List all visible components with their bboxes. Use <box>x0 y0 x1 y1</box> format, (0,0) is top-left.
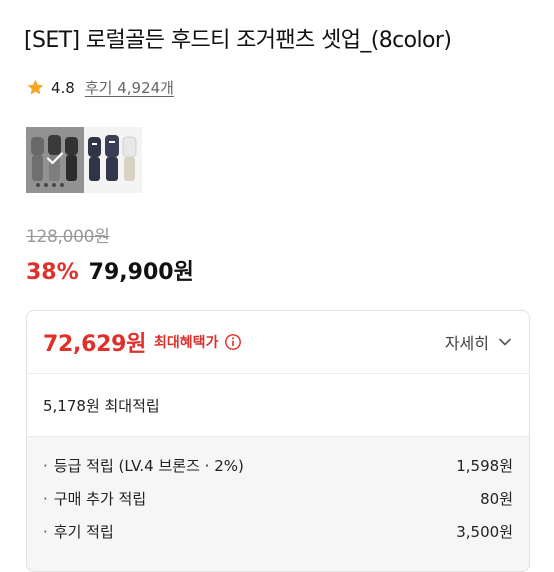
detail-toggle-button[interactable]: 자세히 <box>445 330 513 354</box>
point-value: 80원 <box>480 490 513 508</box>
points-total: 5,178원 최대적립 <box>27 374 529 437</box>
chevron-down-icon <box>499 338 511 346</box>
points-breakdown: · 등급 적립 (LV.4 브론즈 · 2%) 1,598원 · 구매 추가 적립 … <box>27 437 529 571</box>
product-title: [SET] 로럴골든 후드티 조거팬츠 셋업_(8color) <box>24 28 452 53</box>
discount-rate: 38% <box>26 260 79 285</box>
rating-score: 4.8 <box>51 78 75 97</box>
bullet: · <box>43 490 48 508</box>
point-row: · 후기 적립 3,500원 <box>43 515 513 548</box>
point-label: 등급 적립 (LV.4 브론즈 · 2%) <box>53 457 244 475</box>
review-count-link[interactable]: 후기 4,924개 <box>85 77 174 98</box>
bullet: · <box>43 523 48 541</box>
point-row: · 등급 적립 (LV.4 브론즈 · 2%) 1,598원 <box>43 449 513 482</box>
point-row: · 구매 추가 적립 80원 <box>43 482 513 515</box>
max-benefit-label: 최대혜택가 <box>154 335 219 351</box>
check-icon <box>46 152 64 165</box>
sale-price: 79,900원 <box>88 260 194 285</box>
max-benefit-card: 72,629원 최대혜택가 자세히 5,178원 최대적립 · 등급 적립 (LV… <box>26 310 530 572</box>
rating-row: 4.8 후기 4,924개 <box>26 77 174 98</box>
max-benefit-price: 72,629원 <box>43 332 147 357</box>
detail-toggle-label: 자세히 <box>444 334 489 353</box>
product-thumbnail-1[interactable] <box>26 127 84 193</box>
color-thumbnail-strip <box>26 127 142 193</box>
point-row-label-wrap: · 구매 추가 적립 <box>43 488 146 509</box>
point-value: 1,598원 <box>456 457 513 475</box>
product-image <box>84 127 142 193</box>
price-row: 38% 79,900원 <box>26 254 194 286</box>
bullet: · <box>43 457 48 475</box>
original-price: 128,000원 <box>26 227 110 247</box>
product-thumbnail-2[interactable] <box>84 127 142 193</box>
star-icon <box>27 79 44 95</box>
point-row-label-wrap: · 등급 적립 (LV.4 브론즈 · 2%) <box>43 455 244 476</box>
info-icon[interactable] <box>224 333 242 351</box>
max-benefit-header: 72,629원 최대혜택가 자세히 <box>27 311 529 374</box>
point-value: 3,500원 <box>456 523 513 541</box>
point-row-label-wrap: · 후기 적립 <box>43 521 114 542</box>
point-label: 후기 적립 <box>53 523 114 541</box>
point-label: 구매 추가 적립 <box>53 490 147 508</box>
